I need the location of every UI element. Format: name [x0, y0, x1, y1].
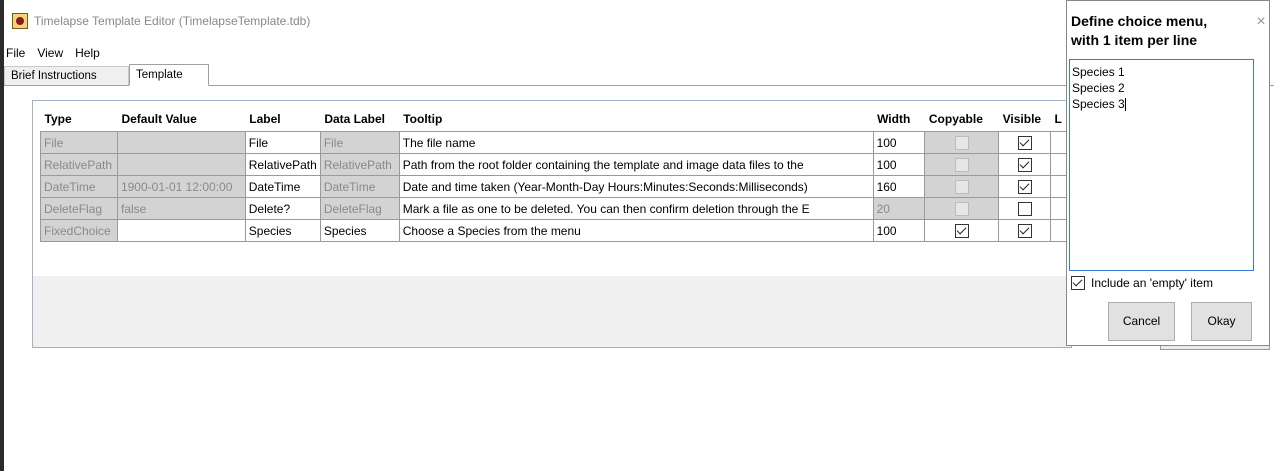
text-caret	[1124, 98, 1126, 112]
choice-item-line: Species 1	[1072, 65, 1125, 79]
menu-bar: File View Help	[4, 43, 110, 63]
cell-default-value[interactable]	[116, 219, 246, 242]
cell-visible[interactable]	[998, 219, 1052, 242]
column-header-tooltip[interactable]: Tooltip	[399, 107, 873, 132]
grid-area: Type Default Value Label Data Label Tool…	[33, 101, 1071, 276]
cell-visible[interactable]	[998, 175, 1052, 198]
include-empty-label: Include an 'empty' item	[1091, 276, 1213, 290]
table-row[interactable]: File File File The file name 100	[40, 131, 1071, 154]
cell-type: DeleteFlag	[40, 197, 118, 220]
grid-header-row: Type Default Value Label Data Label Tool…	[41, 107, 1071, 132]
copyable-checkbox[interactable]	[954, 223, 969, 238]
cell-label[interactable]: File	[244, 131, 321, 154]
cell-copyable	[924, 197, 1000, 220]
cell-width[interactable]: 100	[872, 219, 926, 242]
menu-help[interactable]: Help	[73, 46, 106, 60]
template-grid-panel: Type Default Value Label Data Label Tool…	[32, 100, 1072, 348]
cell-copyable	[924, 175, 1000, 198]
include-empty-row[interactable]: Include an 'empty' item	[1071, 276, 1213, 290]
cell-copyable	[924, 153, 1000, 176]
cell-visible[interactable]	[998, 153, 1052, 176]
column-header-copyable[interactable]: Copyable	[925, 107, 999, 132]
menu-view[interactable]: View	[35, 46, 69, 60]
cell-tooltip[interactable]: Choose a Species from the menu	[398, 219, 874, 242]
app-icon	[12, 13, 28, 29]
column-header-type[interactable]: Type	[41, 107, 118, 132]
cell-data-label[interactable]: Species	[319, 219, 400, 242]
cell-default-value	[116, 131, 246, 154]
cell-width: 20	[872, 197, 926, 220]
tab-template[interactable]: Template	[129, 64, 209, 86]
column-header-visible[interactable]: Visible	[999, 107, 1051, 132]
cell-tooltip[interactable]: The file name	[398, 131, 874, 154]
copyable-checkbox	[954, 135, 969, 150]
cell-type: FixedChoice	[40, 219, 118, 242]
choice-items-textarea[interactable]: Species 1 Species 2 Species 3	[1069, 59, 1254, 271]
cell-data-label: File	[319, 131, 400, 154]
cancel-button[interactable]: Cancel	[1108, 302, 1175, 341]
visible-checkbox[interactable]	[1017, 157, 1032, 172]
visible-checkbox[interactable]	[1017, 223, 1032, 238]
choice-item-line: Species 3	[1072, 97, 1125, 111]
visible-checkbox[interactable]	[1017, 179, 1032, 194]
cell-tooltip[interactable]: Mark a file as one to be deleted. You ca…	[398, 197, 874, 220]
cell-visible[interactable]	[998, 131, 1052, 154]
template-data-grid: Type Default Value Label Data Label Tool…	[40, 107, 1071, 242]
title-bar: Timelapse Template Editor (TimelapseTemp…	[4, 10, 1064, 32]
cell-default-value: 1900-01-01 12:00:00	[116, 175, 246, 198]
table-row[interactable]: RelativePath RelativePath RelativePath P…	[40, 153, 1071, 176]
cell-label[interactable]: Delete?	[244, 197, 321, 220]
okay-button[interactable]: Okay	[1191, 302, 1252, 341]
visible-checkbox[interactable]	[1017, 201, 1032, 216]
copyable-checkbox	[954, 201, 969, 216]
tab-brief-instructions[interactable]: Brief Instructions	[4, 66, 129, 85]
cell-type: RelativePath	[40, 153, 118, 176]
visible-checkbox[interactable]	[1017, 135, 1032, 150]
cell-width[interactable]: 100	[872, 131, 926, 154]
cell-label[interactable]: RelativePath	[244, 153, 321, 176]
copyable-checkbox	[954, 179, 969, 194]
cell-label[interactable]: DateTime	[244, 175, 321, 198]
column-header-default-value[interactable]: Default Value	[117, 107, 245, 132]
menu-file[interactable]: File	[4, 46, 31, 60]
cell-type: File	[40, 131, 118, 154]
cell-copyable[interactable]	[924, 219, 1000, 242]
choice-item-line-with-caret: Species 3	[1072, 96, 1251, 112]
cell-tooltip[interactable]: Date and time taken (Year-Month-Day Hour…	[398, 175, 874, 198]
cell-copyable	[924, 131, 1000, 154]
cell-width[interactable]: 100	[872, 153, 926, 176]
cell-label[interactable]: Species	[244, 219, 321, 242]
close-icon[interactable]: ×	[1251, 13, 1271, 31]
cell-type: DateTime	[40, 175, 118, 198]
cell-data-label: DeleteFlag	[319, 197, 400, 220]
include-empty-checkbox[interactable]	[1071, 276, 1085, 290]
table-row[interactable]: FixedChoice Species Species Choose a Spe…	[40, 219, 1071, 242]
cell-tooltip[interactable]: Path from the root folder containing the…	[398, 153, 874, 176]
choice-item-line: Species 2	[1072, 81, 1125, 95]
cell-default-value	[116, 153, 246, 176]
column-header-width[interactable]: Width	[873, 107, 925, 132]
cell-width[interactable]: 160	[872, 175, 926, 198]
column-header-label[interactable]: Label	[245, 107, 320, 132]
copyable-checkbox	[954, 157, 969, 172]
choice-menu-popup: Define choice menu, with 1 item per line…	[1066, 0, 1270, 346]
column-header-data-label[interactable]: Data Label	[320, 107, 399, 132]
cell-data-label: DateTime	[319, 175, 400, 198]
cell-data-label: RelativePath	[319, 153, 400, 176]
table-row[interactable]: DeleteFlag false Delete? DeleteFlag Mark…	[40, 197, 1071, 220]
window-title: Timelapse Template Editor (TimelapseTemp…	[34, 14, 311, 28]
table-row[interactable]: DateTime 1900-01-01 12:00:00 DateTime Da…	[40, 175, 1071, 198]
cell-default-value: false	[116, 197, 246, 220]
popup-title: Define choice menu, with 1 item per line	[1071, 13, 1208, 48]
cell-visible[interactable]	[998, 197, 1052, 220]
